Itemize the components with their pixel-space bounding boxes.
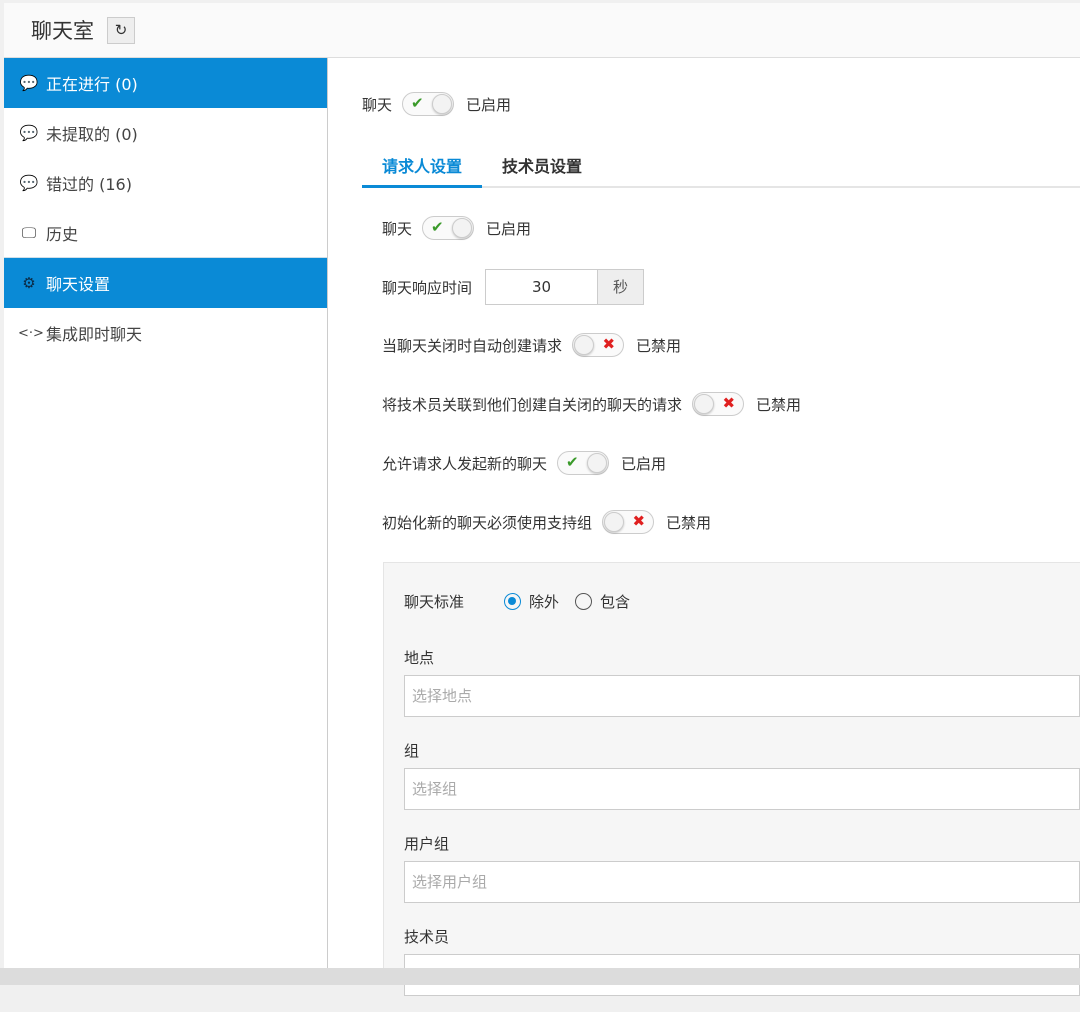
link-technician-toggle[interactable]: ✖ <box>692 392 745 416</box>
site-select[interactable]: 选择地点 <box>404 675 1080 717</box>
chat-icon: 💬 <box>19 124 39 142</box>
setting-allow-requester-chat: 允许请求人发起新的聊天 ✔ 已启用 <box>382 451 666 475</box>
setting-label: 聊天 <box>382 219 413 238</box>
radio-label: 包含 <box>600 593 631 611</box>
sidebar-item-label: 未提取的 (0) <box>46 125 138 144</box>
x-icon: ✖ <box>722 394 736 412</box>
setting-chat: 聊天 ✔ 已启用 <box>382 216 531 240</box>
setting-label: 当聊天关闭时自动创建请求 <box>382 336 563 355</box>
field-label: 地点 <box>404 649 435 667</box>
sidebar-item-label: 错过的 (16) <box>46 175 132 194</box>
chat-criteria-panel: 聊天标准 除外 包含 地点 选择地点 组 选择组 用户组 选择用户组 技术员 <box>383 562 1080 996</box>
refresh-icon: ↻ <box>114 21 128 39</box>
unit-addon: 秒 <box>598 269 645 305</box>
toggle-state: 已禁用 <box>636 336 682 355</box>
field-label: 组 <box>404 742 420 760</box>
chat-master-row: 聊天 ✔ 已启用 <box>362 92 511 116</box>
group-select[interactable]: 选择组 <box>404 768 1080 810</box>
criteria-row: 聊天标准 除外 包含 <box>404 591 630 612</box>
setting-label: 聊天响应时间 <box>382 278 473 297</box>
response-time-input[interactable]: 30 <box>485 269 599 305</box>
chat-toggle[interactable]: ✔ <box>422 216 475 240</box>
check-icon: ✔ <box>431 218 444 236</box>
radio-exclude[interactable] <box>504 593 522 610</box>
page-title: 聊天室 <box>31 19 94 43</box>
user-group-select[interactable]: 选择用户组 <box>404 861 1080 903</box>
sidebar-item-ongoing[interactable]: 💬 正在进行 (0) <box>4 58 327 108</box>
setting-link-technician: 将技术员关联到他们创建自关闭的聊天的请求 ✖ 已禁用 <box>382 392 801 416</box>
chat-master-toggle[interactable]: ✔ <box>402 92 455 116</box>
sidebar-item-label: 集成即时聊天 <box>46 325 143 344</box>
refresh-button[interactable]: ↻ <box>107 16 135 44</box>
sidebar-item-label: 历史 <box>46 224 79 244</box>
code-icon: <·> <box>18 325 44 341</box>
sidebar-item-missed[interactable]: 💬 错过的 (16) <box>4 158 327 208</box>
toggle-state: 已启用 <box>486 219 532 238</box>
tab-requester-settings[interactable]: 请求人设置 <box>362 153 483 188</box>
monitor-icon: 🖵 <box>21 223 37 242</box>
chat-alert-icon: 💬 <box>19 174 39 192</box>
app-window: 聊天室 ↻ 💬 正在进行 (0) 💬 未提取的 (0) 💬 错过的 (16) 🖵 历史 … <box>4 3 1080 996</box>
check-icon: ✔ <box>411 94 424 112</box>
radio-label: 除外 <box>529 593 560 611</box>
chat-icon: 💬 <box>19 74 39 92</box>
criteria-label: 聊天标准 <box>404 593 465 611</box>
check-icon: ✔ <box>566 453 579 471</box>
auto-create-request-toggle[interactable]: ✖ <box>572 333 625 357</box>
sidebar-item-chat-settings[interactable]: ⚙ 聊天设置 <box>4 258 327 308</box>
x-icon: ✖ <box>632 512 646 530</box>
settings-tabs: 请求人设置 技术员设置 <box>362 153 1080 188</box>
horizontal-scrollbar[interactable] <box>0 968 1080 985</box>
sidebar-item-label: 正在进行 (0) <box>46 75 138 94</box>
setting-label: 聊天 <box>362 95 393 114</box>
sidebar-item-unpicked[interactable]: 💬 未提取的 (0) <box>4 108 327 158</box>
setting-label: 允许请求人发起新的聊天 <box>382 454 548 473</box>
toggle-state: 已禁用 <box>756 395 802 414</box>
gear-icon: ⚙ <box>22 274 36 292</box>
radio-include[interactable] <box>575 593 593 610</box>
setting-response-time: 聊天响应时间 30 秒 <box>382 269 645 305</box>
require-support-group-toggle[interactable]: ✖ <box>602 510 655 534</box>
setting-label: 将技术员关联到他们创建自关闭的聊天的请求 <box>382 395 683 414</box>
tab-technician-settings[interactable]: 技术员设置 <box>482 153 602 186</box>
page-header: 聊天室 ↻ <box>4 3 1080 58</box>
x-icon: ✖ <box>602 335 616 353</box>
setting-label: 初始化新的聊天必须使用支持组 <box>382 513 593 532</box>
field-label: 技术员 <box>404 928 450 946</box>
sidebar-item-integrate[interactable]: <·> 集成即时聊天 <box>4 308 327 358</box>
field-label: 用户组 <box>404 835 450 853</box>
allow-requester-chat-toggle[interactable]: ✔ <box>557 451 610 475</box>
toggle-state: 已启用 <box>466 95 512 114</box>
main-content: 聊天 ✔ 已启用 请求人设置 技术员设置 聊天 ✔ 已启用 聊天响应时间 30 … <box>329 58 1080 996</box>
toggle-state: 已禁用 <box>666 513 712 532</box>
toggle-state: 已启用 <box>621 454 667 473</box>
sidebar: 💬 正在进行 (0) 💬 未提取的 (0) 💬 错过的 (16) 🖵 历史 ⚙ 聊天设置 … <box>4 58 328 968</box>
setting-auto-create-request: 当聊天关闭时自动创建请求 ✖ 已禁用 <box>382 333 681 357</box>
sidebar-item-history[interactable]: 🖵 历史 <box>4 208 327 258</box>
sidebar-item-label: 聊天设置 <box>46 275 111 294</box>
setting-require-support-group: 初始化新的聊天必须使用支持组 ✖ 已禁用 <box>382 510 711 534</box>
